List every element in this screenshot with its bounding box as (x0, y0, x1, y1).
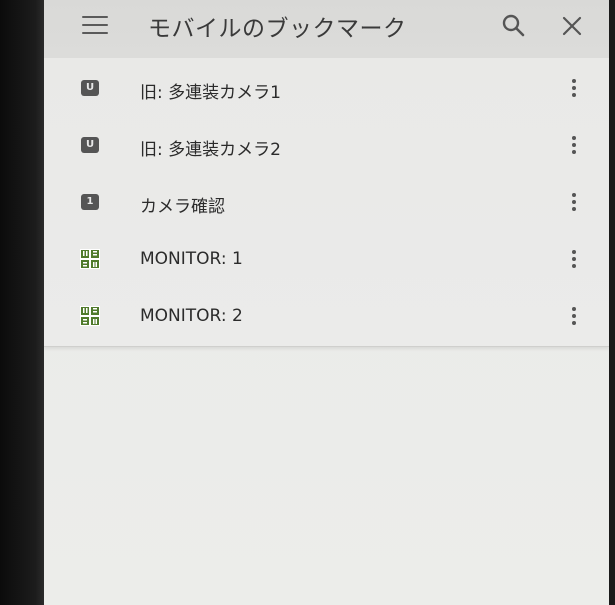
u-badge-icon: U (81, 80, 99, 96)
app-screen: モバイルのブックマーク U 旧: 多連装カメラ1 U 旧: 多連装カメラ2 1 … (44, 0, 609, 605)
more-options-icon[interactable] (567, 305, 581, 329)
bookmark-label: 旧: 多連装カメラ1 (140, 83, 281, 103)
ueda-logo-icon (80, 249, 100, 269)
u-badge-icon: U (81, 137, 99, 153)
bookmark-item[interactable]: 1 カメラ確認 (44, 174, 609, 231)
hamburger-menu-icon[interactable] (82, 16, 108, 38)
app-bar: モバイルのブックマーク (44, 0, 609, 58)
bookmark-label: 旧: 多連装カメラ2 (140, 140, 281, 160)
close-icon[interactable] (558, 12, 586, 40)
bookmark-label: MONITOR: 1 (140, 249, 243, 269)
more-options-icon[interactable] (567, 248, 581, 272)
bookmark-label: MONITOR: 2 (140, 306, 243, 326)
more-options-icon[interactable] (567, 134, 581, 158)
more-options-icon[interactable] (567, 191, 581, 215)
number-badge-icon: 1 (81, 194, 99, 210)
bookmark-list: U 旧: 多連装カメラ1 U 旧: 多連装カメラ2 1 カメラ確認 MONITO… (44, 58, 609, 347)
page-title: モバイルのブックマーク (148, 16, 407, 42)
bookmark-item[interactable]: U 旧: 多連装カメラ1 (44, 60, 609, 117)
bookmark-item[interactable]: MONITOR: 2 (44, 288, 609, 345)
bookmark-item[interactable]: U 旧: 多連装カメラ2 (44, 117, 609, 174)
empty-content-area (44, 347, 609, 605)
bookmark-label: カメラ確認 (140, 197, 225, 217)
ueda-logo-icon (80, 306, 100, 326)
bookmark-item[interactable]: MONITOR: 1 (44, 231, 609, 288)
more-options-icon[interactable] (567, 77, 581, 101)
search-icon[interactable] (500, 12, 528, 40)
device-bezel-right (609, 0, 615, 605)
device-bezel-left (0, 0, 44, 605)
